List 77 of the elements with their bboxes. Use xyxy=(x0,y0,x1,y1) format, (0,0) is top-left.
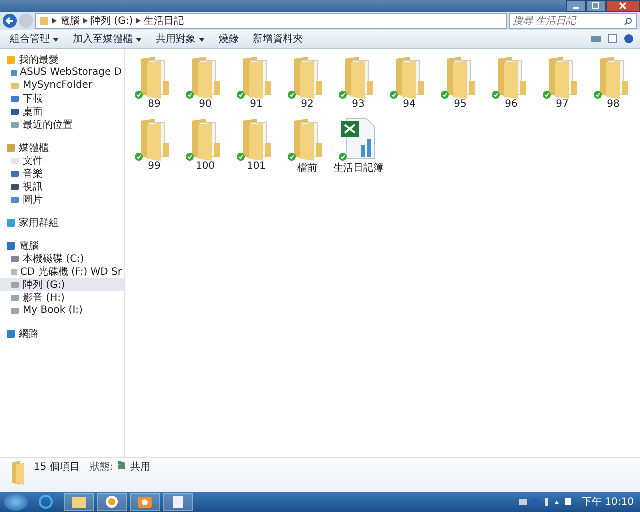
chevron-icon xyxy=(83,18,88,24)
nav-item[interactable]: 最近的位置 xyxy=(0,118,124,131)
preview-pane-icon[interactable] xyxy=(608,34,618,44)
nav-icon xyxy=(6,328,16,338)
nav-group[interactable]: 家用群組 xyxy=(0,216,124,229)
document-taskbar-button[interactable] xyxy=(163,493,193,511)
search-field[interactable]: 搜尋 生活日記 xyxy=(509,13,637,29)
spreadsheet-icon xyxy=(338,117,378,161)
file-item[interactable]: 生活日記簿 xyxy=(333,115,384,177)
file-item[interactable]: 98 xyxy=(588,53,639,115)
nav-group[interactable]: 媒體櫃 xyxy=(0,141,124,154)
nav-item[interactable]: 文件 xyxy=(0,154,124,167)
toolbar-button[interactable]: 組合管理 xyxy=(6,32,63,46)
file-item[interactable]: 93 xyxy=(333,53,384,115)
file-item[interactable]: 89 xyxy=(129,53,180,115)
chevron-icon xyxy=(52,18,57,24)
view-icon[interactable] xyxy=(590,34,602,44)
back-arrow-icon xyxy=(4,15,16,27)
explorer-taskbar-button[interactable] xyxy=(64,493,94,511)
toolbar-button[interactable]: 加入至媒體櫃 xyxy=(69,32,146,46)
nav-item[interactable]: 視訊 xyxy=(0,180,124,193)
nav-group[interactable]: 網路 xyxy=(0,327,124,340)
file-item[interactable]: 97 xyxy=(537,53,588,115)
breadcrumb[interactable]: 陣列 (G:) xyxy=(91,14,134,28)
toolbar-button[interactable]: 燒錄 xyxy=(215,32,243,46)
clock: 下午 10:10 xyxy=(582,496,634,509)
back-button[interactable] xyxy=(3,14,17,28)
maximize-icon xyxy=(591,2,601,10)
file-item[interactable]: 94 xyxy=(384,53,435,115)
nav-group[interactable]: 我的最愛 xyxy=(0,53,124,66)
state-label: 狀態: xyxy=(90,460,114,474)
camera-taskbar-button[interactable] xyxy=(130,493,160,511)
maximize-button[interactable] xyxy=(586,0,606,12)
file-item[interactable]: 96 xyxy=(486,53,537,115)
toolbar-button[interactable]: 共用對象 xyxy=(152,32,209,46)
start-button[interactable] xyxy=(4,493,28,511)
nav-item[interactable]: CD 光碟機 (F:) WD Sr xyxy=(0,265,124,278)
nav-item[interactable]: 音樂 xyxy=(0,167,124,180)
circle-icon xyxy=(105,495,119,509)
nav-item[interactable]: 下載 xyxy=(0,92,124,105)
users-icon xyxy=(117,460,126,469)
toolbar-button[interactable]: 新增資料夾 xyxy=(249,32,307,46)
nav-item[interactable]: 陣列 (G:) xyxy=(0,278,124,291)
chevron-icon xyxy=(136,18,142,24)
nav-group[interactable]: 電腦 xyxy=(0,239,124,252)
help-icon[interactable] xyxy=(624,34,634,44)
nav-item[interactable]: 桌面 xyxy=(0,105,124,118)
file-item[interactable]: 99 xyxy=(129,115,180,177)
file-item[interactable]: 92 xyxy=(282,53,333,115)
browser-icon xyxy=(39,495,53,509)
nav-item[interactable]: 影音 (H:) xyxy=(0,291,124,304)
nav-item[interactable]: 圖片 xyxy=(0,193,124,206)
nav-item[interactable]: My Book (I:) xyxy=(0,304,124,317)
file-item[interactable]: 100 xyxy=(180,115,231,177)
camera-icon xyxy=(137,495,153,509)
file-item[interactable]: 101 xyxy=(231,115,282,177)
file-item[interactable]: 91 xyxy=(231,53,282,115)
nav-item[interactable]: ASUS WebStorage D xyxy=(0,66,124,79)
breadcrumb[interactable]: 生活日記 xyxy=(144,14,184,28)
folder-icon xyxy=(39,16,49,26)
document-icon xyxy=(172,495,184,509)
minimize-button[interactable] xyxy=(566,0,586,12)
breadcrumb[interactable]: 電腦 xyxy=(60,14,80,28)
address-bar[interactable]: 電腦 陣列 (G:) 生活日記 xyxy=(35,13,507,29)
nav-item[interactable]: MySyncFolder xyxy=(0,79,124,92)
close-icon xyxy=(618,2,628,10)
app-taskbar-button[interactable] xyxy=(97,493,127,511)
file-item[interactable]: 95 xyxy=(435,53,486,115)
file-item[interactable]: 90 xyxy=(180,53,231,115)
folder-icon xyxy=(71,495,87,509)
nav-item[interactable]: 本機磁碟 (C:) xyxy=(0,252,124,265)
state-value: 共用 xyxy=(130,460,150,474)
search-icon xyxy=(624,17,633,26)
file-item[interactable]: 檔前 xyxy=(282,115,333,177)
close-button[interactable] xyxy=(606,0,640,12)
nav-icon xyxy=(6,218,16,228)
item-count: 15 個項目 xyxy=(34,461,80,474)
